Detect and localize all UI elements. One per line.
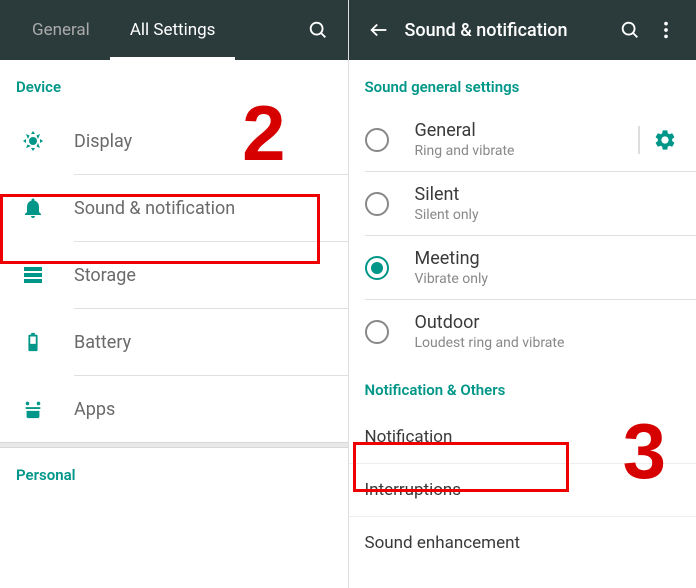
gear-icon[interactable]: [650, 125, 680, 155]
item-storage[interactable]: Storage: [0, 242, 348, 308]
profile-text: Outdoor Loudest ring and vibrate: [415, 312, 681, 351]
topbar-right: Sound & notification: [349, 0, 696, 60]
screen-title: Sound & notification: [405, 20, 613, 41]
storage-icon: [18, 260, 48, 290]
battery-icon: [18, 327, 48, 357]
section-sound-general: Sound general settings: [349, 60, 696, 108]
item-label: Sound & notification: [74, 198, 235, 219]
search-icon[interactable]: [300, 12, 336, 48]
profile-silent[interactable]: Silent Silent only: [349, 172, 696, 235]
profile-text: Meeting Vibrate only: [415, 248, 681, 287]
radio-icon: [365, 256, 389, 280]
separator: [638, 126, 640, 154]
item-label: Apps: [74, 399, 115, 420]
item-battery[interactable]: Battery: [0, 309, 348, 375]
profile-sub: Loudest ring and vibrate: [415, 335, 681, 351]
item-label: Display: [74, 131, 132, 152]
profile-title: Outdoor: [415, 312, 681, 333]
brightness-icon: [18, 126, 48, 156]
panel-sound-notification: Sound & notification Sound general setti…: [349, 0, 696, 588]
back-icon[interactable]: [361, 12, 397, 48]
section-personal: Personal: [0, 448, 348, 496]
item-sound-enhancement[interactable]: Sound enhancement: [349, 517, 696, 569]
section-notif-others: Notification & Others: [349, 363, 696, 411]
tabs: General All Settings: [12, 0, 300, 60]
settings-content: Device Display Sound & notification Stor…: [0, 60, 348, 588]
sound-content: Sound general settings General Ring and …: [349, 60, 696, 588]
item-interruptions[interactable]: Interruptions: [349, 464, 696, 517]
profile-title: Meeting: [415, 248, 681, 269]
profile-sub: Vibrate only: [415, 271, 681, 287]
profile-text: Silent Silent only: [415, 184, 681, 223]
item-display[interactable]: Display: [0, 108, 348, 174]
search-icon[interactable]: [612, 12, 648, 48]
profile-outdoor[interactable]: Outdoor Loudest ring and vibrate: [349, 300, 696, 363]
overflow-menu-icon[interactable]: [648, 12, 684, 48]
item-label: Battery: [74, 332, 131, 353]
bell-icon: [18, 193, 48, 223]
profile-text: General Ring and vibrate: [415, 120, 639, 159]
tab-all-settings[interactable]: All Settings: [110, 0, 236, 60]
profile-meeting[interactable]: Meeting Vibrate only: [349, 236, 696, 299]
section-device: Device: [0, 60, 348, 108]
profile-title: Silent: [415, 184, 681, 205]
profile-sub: Ring and vibrate: [415, 143, 639, 159]
tab-general[interactable]: General: [12, 0, 110, 60]
panel-settings-list: General All Settings Device Display Soun…: [0, 0, 349, 588]
item-apps[interactable]: Apps: [0, 376, 348, 442]
profile-sub: Silent only: [415, 207, 681, 223]
item-notification[interactable]: Notification: [349, 411, 696, 464]
topbar-left: General All Settings: [0, 0, 348, 60]
radio-icon: [365, 320, 389, 344]
radio-icon: [365, 192, 389, 216]
radio-icon: [365, 128, 389, 152]
item-sound-notification[interactable]: Sound & notification: [0, 175, 348, 241]
profile-title: General: [415, 120, 639, 141]
profile-general[interactable]: General Ring and vibrate: [349, 108, 696, 171]
apps-icon: [18, 394, 48, 424]
item-label: Storage: [74, 265, 136, 286]
